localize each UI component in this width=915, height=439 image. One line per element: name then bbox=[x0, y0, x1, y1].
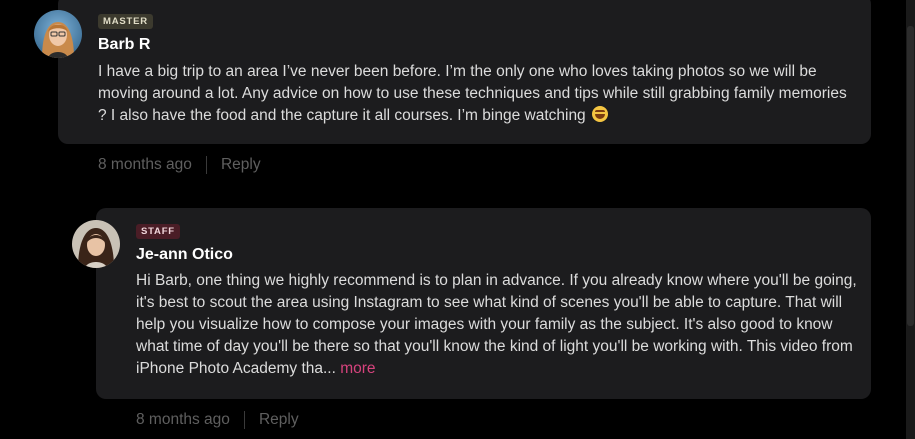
comment-meta: 8 months ago Reply bbox=[136, 411, 299, 429]
comment-meta: 8 months ago Reply bbox=[98, 156, 261, 174]
divider bbox=[243, 411, 245, 429]
comment-body: I have a big trip to an area I’ve never … bbox=[98, 63, 847, 124]
staff-badge: STAFF bbox=[136, 224, 180, 239]
reply-button[interactable]: Reply bbox=[259, 411, 299, 429]
divider bbox=[205, 156, 207, 174]
author-name[interactable]: Je-ann Otico bbox=[136, 246, 233, 264]
more-link[interactable]: more bbox=[340, 360, 375, 377]
laughing-emoji-icon bbox=[592, 106, 608, 122]
scrollbar-thumb[interactable] bbox=[907, 26, 914, 326]
master-badge: MASTER bbox=[98, 14, 153, 29]
avatar[interactable] bbox=[72, 220, 120, 268]
reply-button[interactable]: Reply bbox=[221, 156, 261, 174]
avatar-barb-image bbox=[34, 10, 82, 58]
scrollbar[interactable] bbox=[906, 0, 915, 439]
comment-text: Hi Barb, one thing we highly recommend i… bbox=[136, 270, 858, 380]
avatar[interactable] bbox=[34, 10, 82, 58]
comment-text: I have a big trip to an area I’ve never … bbox=[98, 61, 858, 127]
author-name[interactable]: Barb R bbox=[98, 36, 150, 54]
timestamp: 8 months ago bbox=[98, 156, 192, 173]
comment-body: Hi Barb, one thing we highly recommend i… bbox=[136, 272, 857, 377]
avatar-jeann-image bbox=[72, 220, 120, 268]
timestamp: 8 months ago bbox=[136, 411, 230, 428]
